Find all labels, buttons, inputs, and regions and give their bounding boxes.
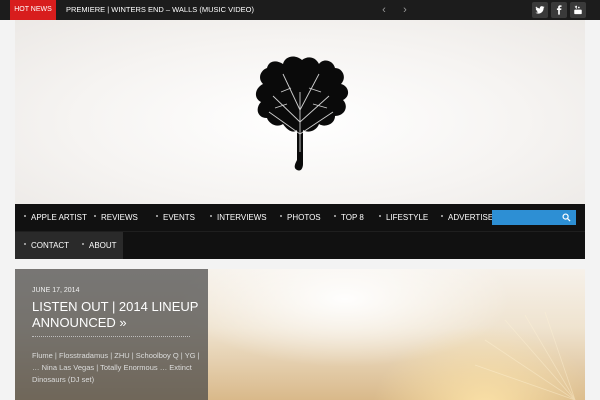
light-rays-decoration xyxy=(474,311,576,400)
nav-item-apple-artist[interactable]: APPLE ARTIST xyxy=(15,204,87,231)
nav-item-contact[interactable]: CONTACT xyxy=(15,232,73,259)
post-excerpt: Flume | Flosstradamus | ZHU | Schoolboy … xyxy=(32,351,200,384)
slide-caption: JUNE 17, 2014 LISTEN OUT | 2014 LINEUP A… xyxy=(15,269,208,400)
nav-item-interviews[interactable]: INTERVIEWS xyxy=(201,204,271,231)
ticker-prev-button[interactable]: ‹ xyxy=(377,3,391,17)
hot-news-label: HOT NEWS xyxy=(10,0,56,20)
post-date: JUNE 17, 2014 xyxy=(32,287,80,294)
youtube-icon[interactable] xyxy=(570,2,586,18)
site-header xyxy=(15,20,585,204)
search-icon[interactable] xyxy=(562,213,571,222)
news-ticker-link[interactable]: PREMIERE | WINTERS END – WALLS (MUSIC VI… xyxy=(66,0,254,20)
twitter-icon[interactable] xyxy=(532,2,548,18)
featured-slider[interactable]: JUNE 17, 2014 LISTEN OUT | 2014 LINEUP A… xyxy=(15,269,585,400)
nav-item-photos[interactable]: PHOTOS xyxy=(271,204,325,231)
nav-item-advertise[interactable]: ADVERTISE xyxy=(432,204,493,231)
ticker-next-button[interactable]: › xyxy=(398,3,412,17)
nav-item-about[interactable]: ABOUT xyxy=(73,232,123,259)
nav-item-lifestyle[interactable]: LIFESTYLE xyxy=(370,204,432,231)
search-input[interactable] xyxy=(492,210,576,225)
nav-item-top-8[interactable]: TOP 8 xyxy=(325,204,370,231)
fig-leaf-logo[interactable] xyxy=(247,52,357,180)
nav-item-reviews[interactable]: REVIEWS xyxy=(85,204,147,231)
top-bar: HOT NEWS PREMIERE | WINTERS END – WALLS … xyxy=(0,0,600,20)
main-navigation: APPLE ARTIST REVIEWS EVENTS INTERVIEWS P… xyxy=(15,204,585,259)
nav-item-events[interactable]: EVENTS xyxy=(147,204,201,231)
post-title-link[interactable]: LISTEN OUT | 2014 LINEUP ANNOUNCED » xyxy=(32,299,202,331)
facebook-icon[interactable] xyxy=(551,2,567,18)
caption-divider xyxy=(32,336,190,337)
